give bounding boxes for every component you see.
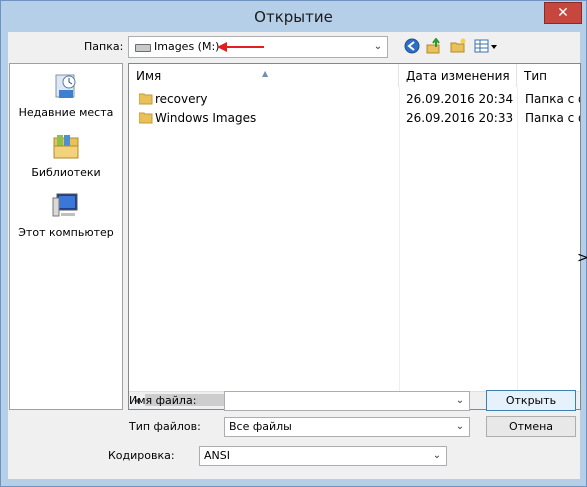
- libraries-icon: [53, 135, 79, 159]
- place-libraries[interactable]: Библиотеки: [10, 132, 122, 179]
- column-header-date-label: Дата изменения: [406, 69, 510, 83]
- encoding-select[interactable]: ANSI ⌄: [199, 446, 447, 466]
- chevron-down-icon[interactable]: ⌄: [371, 39, 385, 55]
- file-type: Папка с ф: [525, 111, 580, 125]
- place-recent[interactable]: Недавние места: [10, 72, 122, 119]
- column-divider: [517, 87, 518, 392]
- filename-label: Имя файла:: [129, 394, 197, 407]
- chevron-down-icon[interactable]: ⌄: [454, 392, 466, 410]
- list-item[interactable]: recovery 26.09.2016 20:34 Папка с ф: [129, 90, 580, 108]
- filename-field[interactable]: ⌄: [224, 391, 470, 411]
- column-header-name-label: Имя: [136, 69, 162, 83]
- folder-value: Images (M:): [154, 40, 220, 53]
- cancel-button[interactable]: Отмена: [486, 416, 576, 437]
- filetype-select[interactable]: Все файлы ⌄: [224, 417, 470, 437]
- column-header-name[interactable]: Имя ▲: [129, 64, 399, 87]
- open-dialog: Открытие ✕ Папка: Images (M:) ⌄ Недавние…: [0, 0, 587, 487]
- folder-icon: [139, 93, 153, 105]
- filetype-value: Все файлы: [229, 420, 292, 433]
- list-item[interactable]: Windows Images 26.09.2016 20:33 Папка с …: [129, 109, 580, 127]
- filetype-label: Тип файлов:: [129, 420, 201, 433]
- file-name: recovery: [155, 92, 208, 106]
- back-icon[interactable]: [404, 38, 420, 54]
- new-folder-icon[interactable]: [450, 38, 466, 54]
- computer-icon: [52, 193, 78, 217]
- place-label-libraries: Библиотеки: [31, 166, 101, 179]
- recent-places-icon: [55, 74, 76, 98]
- file-list[interactable]: Имя ▲ Дата изменения Тип recovery 26.09.…: [128, 63, 581, 410]
- chevron-down-icon[interactable]: ⌄: [431, 447, 443, 465]
- sort-up-icon: ▲: [262, 69, 269, 78]
- close-icon: ✕: [557, 5, 569, 21]
- open-button[interactable]: Открыть: [486, 390, 576, 411]
- drive-icon: [135, 44, 151, 52]
- column-header-type-label: Тип: [524, 69, 547, 83]
- encoding-label: Кодировка:: [108, 449, 175, 462]
- place-computer[interactable]: Этот компьютер: [10, 192, 122, 239]
- up-folder-icon[interactable]: [426, 38, 442, 54]
- file-date: 26.09.2016 20:34: [406, 92, 514, 106]
- close-button[interactable]: ✕: [544, 2, 582, 24]
- dialog-client-area: Папка: Images (M:) ⌄ Недавние места Библ…: [8, 32, 581, 479]
- folder-icon: [139, 112, 153, 124]
- places-bar: Недавние места Библиотеки Этот компьютер: [9, 63, 123, 410]
- window-title: Открытие: [254, 8, 333, 26]
- chevron-down-icon[interactable]: ⌄: [454, 418, 466, 436]
- encoding-value: ANSI: [204, 449, 230, 462]
- file-type: Папка с ф: [525, 92, 580, 106]
- column-divider: [399, 87, 400, 392]
- column-header-date[interactable]: Дата изменения: [399, 64, 517, 87]
- place-label-computer: Этот компьютер: [18, 226, 114, 239]
- resize-cursor-icon: >: [577, 250, 587, 266]
- file-name: Windows Images: [155, 111, 257, 125]
- folder-combobox[interactable]: Images (M:) ⌄: [128, 36, 388, 58]
- annotation-arrow-icon: [217, 42, 264, 52]
- view-menu-icon[interactable]: [474, 38, 498, 54]
- place-label-recent: Недавние места: [18, 106, 114, 119]
- title-bar[interactable]: Открытие ✕: [1, 1, 586, 31]
- column-header-type[interactable]: Тип: [517, 64, 580, 87]
- file-date: 26.09.2016 20:33: [406, 111, 514, 125]
- folder-label: Папка:: [84, 40, 124, 53]
